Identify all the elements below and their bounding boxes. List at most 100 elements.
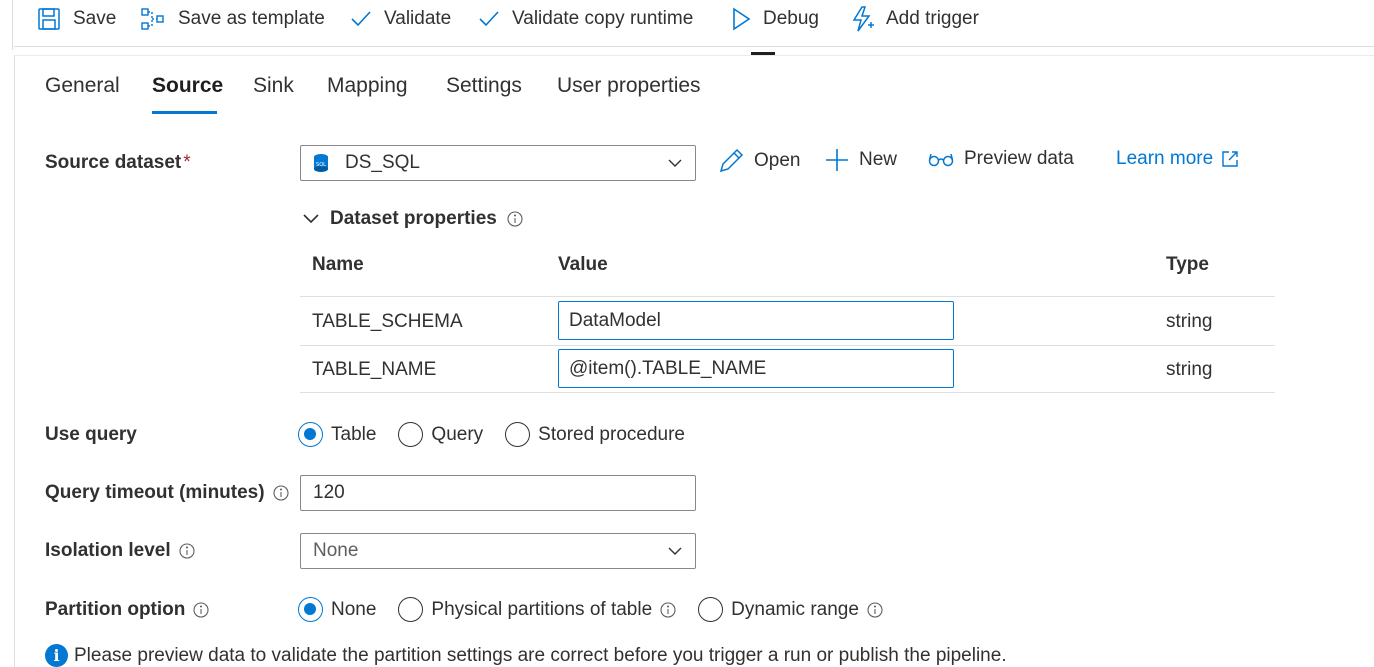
- sql-database-icon: SQL: [314, 154, 328, 172]
- validate-button[interactable]: Validate: [350, 0, 451, 38]
- resize-handle[interactable]: [751, 52, 775, 55]
- query-timeout-value: 120: [313, 482, 345, 503]
- active-tab-indicator: [152, 111, 217, 114]
- partition-option-label: Partition option: [45, 599, 209, 621]
- plus-icon: [826, 149, 848, 171]
- external-link-icon: [1222, 151, 1238, 167]
- add-trigger-button[interactable]: Add trigger: [850, 0, 979, 38]
- info-icon[interactable]: [273, 485, 289, 501]
- learn-more-label: Learn more: [1116, 148, 1214, 169]
- table-divider: [300, 296, 1275, 297]
- column-header-type: Type: [1166, 254, 1209, 275]
- radio-query[interactable]: Query: [398, 422, 483, 447]
- debug-label: Debug: [763, 8, 819, 29]
- property-value-input[interactable]: DataModel: [558, 301, 954, 340]
- dataset-properties-heading: Dataset properties: [330, 208, 497, 229]
- tab-user-properties[interactable]: User properties: [557, 74, 701, 98]
- radio-none-label: None: [331, 598, 377, 620]
- property-value-text: @item().TABLE_NAME: [569, 357, 767, 379]
- debug-button[interactable]: Debug: [731, 0, 819, 38]
- radio-table-label: Table: [331, 423, 377, 445]
- radio-button[interactable]: [398, 597, 424, 622]
- query-timeout-label-text: Query timeout (minutes): [45, 482, 265, 503]
- radio-button[interactable]: [398, 422, 424, 447]
- add-trigger-label: Add trigger: [886, 8, 979, 29]
- radio-button[interactable]: [698, 597, 724, 622]
- use-query-radio-group: Table Query Stored procedure: [298, 422, 685, 447]
- glasses-icon: [928, 153, 954, 167]
- isolation-level-value: None: [313, 540, 359, 561]
- tab-settings[interactable]: Settings: [446, 74, 522, 98]
- isolation-level-label: Isolation level: [45, 540, 195, 562]
- info-icon[interactable]: [867, 601, 883, 618]
- property-type: string: [1166, 311, 1213, 332]
- learn-more-link[interactable]: Learn more: [1116, 148, 1239, 170]
- radio-physical-partitions[interactable]: Physical partitions of table: [398, 597, 676, 622]
- checkmark-icon: [351, 11, 371, 27]
- preview-data-label: Preview data: [964, 148, 1074, 169]
- radio-table[interactable]: Table: [298, 422, 376, 447]
- open-dataset-button[interactable]: Open: [718, 148, 800, 174]
- template-icon: [141, 8, 164, 30]
- radio-button-checked[interactable]: [298, 597, 323, 622]
- info-icon[interactable]: [660, 601, 676, 618]
- toolbar: Save Save as template Validate Validate …: [0, 0, 1374, 46]
- radio-dynamic-range[interactable]: Dynamic range: [698, 597, 883, 622]
- source-dataset-label: Source dataset *: [45, 152, 191, 174]
- property-type: string: [1166, 359, 1213, 380]
- checkmark-icon: [479, 11, 499, 27]
- property-name: TABLE_SCHEMA: [312, 311, 463, 332]
- column-header-value: Value: [558, 254, 608, 275]
- validate-label: Validate: [384, 8, 452, 29]
- query-timeout-input[interactable]: 120: [300, 475, 696, 511]
- radio-button-checked[interactable]: [298, 422, 323, 447]
- dataset-properties-toggle[interactable]: Dataset properties: [302, 208, 523, 230]
- partition-option-radio-group: None Physical partitions of table Dynami…: [298, 597, 883, 622]
- use-query-label: Use query: [45, 424, 137, 446]
- new-dataset-button[interactable]: New: [825, 148, 897, 172]
- preview-data-button[interactable]: Preview data: [928, 148, 1074, 170]
- new-label: New: [859, 149, 898, 170]
- property-value-input[interactable]: @item().TABLE_NAME: [558, 349, 954, 388]
- radio-stored-procedure-label: Stored procedure: [538, 423, 685, 445]
- use-query-label-text: Use query: [45, 424, 137, 445]
- column-header-name: Name: [312, 254, 364, 275]
- isolation-level-label-text: Isolation level: [45, 540, 171, 561]
- info-icon[interactable]: [193, 602, 209, 618]
- tab-sink[interactable]: Sink: [253, 74, 294, 98]
- partition-info-text: Please preview data to validate the part…: [74, 644, 1007, 666]
- radio-query-label: Query: [431, 423, 484, 445]
- source-dataset-dropdown[interactable]: SQL DS_SQL: [300, 145, 696, 181]
- save-button[interactable]: Save: [37, 0, 116, 38]
- partition-option-label-text: Partition option: [45, 599, 186, 620]
- info-icon[interactable]: [179, 543, 195, 559]
- radio-physical-partitions-label: Physical partitions of table: [431, 598, 653, 620]
- required-marker: *: [183, 152, 191, 173]
- info-filled-icon: i: [45, 644, 68, 667]
- partition-info-message: i Please preview data to validate the pa…: [45, 644, 1007, 667]
- table-divider: [300, 345, 1275, 346]
- validate-copy-runtime-button[interactable]: Validate copy runtime: [478, 0, 693, 38]
- radio-button[interactable]: [505, 422, 531, 447]
- property-value-text: DataModel: [569, 309, 661, 331]
- tab-general[interactable]: General: [45, 74, 120, 98]
- source-dataset-value: DS_SQL: [345, 152, 420, 173]
- chevron-down-icon: [668, 159, 682, 167]
- radio-none[interactable]: None: [298, 597, 376, 622]
- lightning-icon: [852, 6, 874, 32]
- source-dataset-label-text: Source dataset: [45, 152, 182, 173]
- radio-stored-procedure[interactable]: Stored procedure: [505, 422, 685, 447]
- toolbar-divider: [14, 46, 1374, 47]
- property-name: TABLE_NAME: [312, 359, 437, 380]
- tab-source[interactable]: Source: [152, 74, 223, 98]
- isolation-level-dropdown[interactable]: None: [300, 533, 696, 569]
- info-icon[interactable]: [507, 211, 523, 227]
- save-as-template-label: Save as template: [178, 8, 325, 29]
- chevron-down-icon: [303, 214, 319, 224]
- play-icon: [733, 7, 751, 31]
- left-border: [14, 56, 15, 667]
- query-timeout-label: Query timeout (minutes): [45, 482, 289, 504]
- tab-mapping[interactable]: Mapping: [327, 74, 408, 98]
- pencil-icon: [719, 148, 744, 173]
- save-as-template-button[interactable]: Save as template: [140, 0, 325, 38]
